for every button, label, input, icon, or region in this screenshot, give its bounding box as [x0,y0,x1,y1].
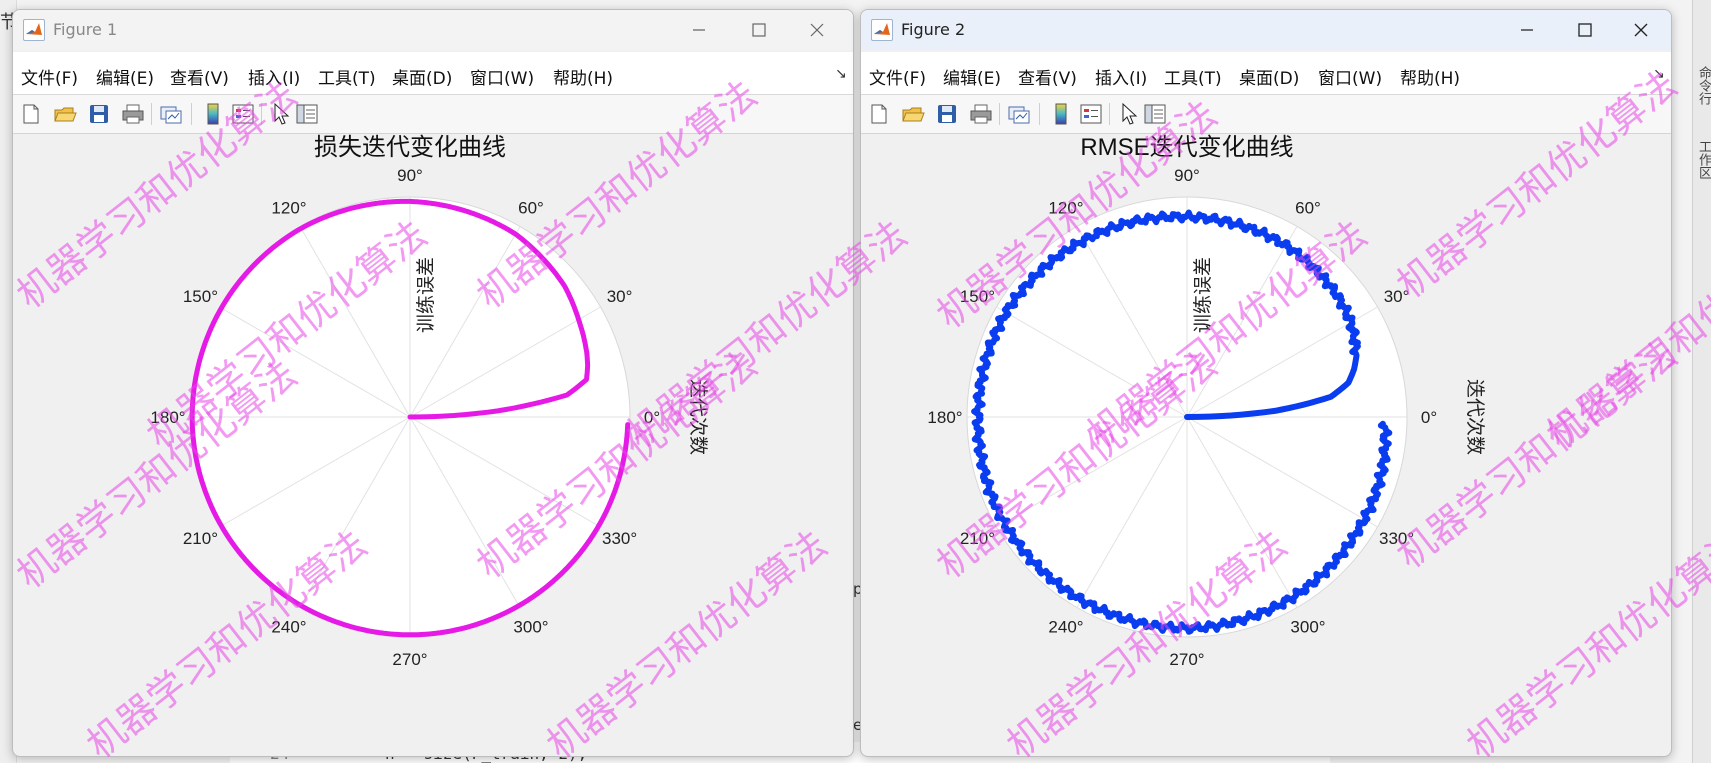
edit-plot-icon[interactable] [1117,102,1141,126]
menu-tools[interactable]: 工具(T) [318,64,376,89]
menu-edit[interactable]: 编辑(E) [96,64,154,89]
save-icon[interactable] [935,102,959,126]
angle-tick-label: 270° [1169,650,1204,669]
toolbar-separator [191,103,192,125]
angle-tick-label: 330° [602,529,637,548]
print-icon[interactable] [121,102,145,126]
insert-legend-icon[interactable] [1079,102,1103,126]
minimize-icon[interactable] [677,15,721,45]
title-bar[interactable]: Figure 2 [861,10,1671,50]
maximize-icon[interactable] [1563,15,1607,45]
edit-plot-icon[interactable] [269,102,293,126]
angle-tick-label: 270° [392,650,427,669]
angle-tick-label: 0° [644,408,660,427]
open-property-inspector-icon[interactable] [1143,102,1167,126]
figure-toolbar [13,95,853,134]
figure-window-2[interactable]: Figure 2 文件(F) 编辑(E) 查看(V) 插入(I) 工具(T) 桌… [860,9,1672,757]
angle-tick-label: 60° [518,198,544,217]
angle-tick-label: 0° [1421,408,1437,427]
dock-arrow-icon[interactable]: ↘ [835,66,847,82]
angle-tick-label: 150° [183,287,218,306]
open-file-icon[interactable] [53,102,77,126]
window-title: Figure 1 [53,20,118,39]
background-panel-tab[interactable]: 命令行 [1696,66,1711,105]
angle-tick-label: 180° [150,408,185,427]
open-file-icon[interactable] [901,102,925,126]
angle-tick-label: 210° [960,529,995,548]
figure-toolbar [861,95,1671,134]
angle-tick-label: 120° [1048,198,1083,217]
new-figure-icon[interactable] [867,102,891,126]
print-icon[interactable] [969,102,993,126]
background-panel-tab[interactable]: 工作区 [1696,140,1711,179]
menu-window[interactable]: 窗口(W) [470,64,534,89]
angle-tick-label: 210° [183,529,218,548]
minimize-icon[interactable] [1505,15,1549,45]
menu-view[interactable]: 查看(V) [170,64,229,89]
matlab-icon [871,19,893,41]
open-property-inspector-icon[interactable] [295,102,319,126]
insert-colorbar-icon[interactable] [201,102,225,126]
angle-tick-label: 330° [1379,529,1414,548]
insert-colorbar-icon[interactable] [1049,102,1073,126]
theta-axis-label: 迭代次数 [1464,379,1486,455]
menu-file[interactable]: 文件(F) [869,64,926,89]
menu-desktop[interactable]: 桌面(D) [392,64,452,89]
polar-plot-rmse[interactable]: RMSE迭代变化曲线 0° 30° 60° 90° 120° 150° 180° 210° 240… [861,134,1671,756]
menu-edit[interactable]: 编辑(E) [943,64,1001,89]
toolbar-separator [1039,103,1040,125]
angle-tick-label: 60° [1295,198,1321,217]
angle-tick-label: 150° [960,287,995,306]
angle-tick-label: 90° [1174,166,1200,185]
menu-desktop[interactable]: 桌面(D) [1239,64,1299,89]
angle-tick-label: 240° [271,618,306,637]
close-icon[interactable] [795,15,839,45]
angle-tick-label: 30° [1384,287,1410,306]
angle-tick-label: 120° [271,198,306,217]
toolbar-separator [261,103,262,125]
menu-bar: 文件(F) 编辑(E) 查看(V) 插入(I) 工具(T) 桌面(D) 窗口(W… [13,52,853,95]
save-icon[interactable] [87,102,111,126]
maximize-icon[interactable] [737,15,781,45]
chart-title: 损失迭代变化曲线 [314,134,506,161]
menu-bar: 文件(F) 编辑(E) 查看(V) 插入(I) 工具(T) 桌面(D) 窗口(W… [861,52,1671,95]
toolbar-separator [1109,103,1110,125]
toolbar-separator [999,103,1000,125]
angle-tick-label: 240° [1048,618,1083,637]
matlab-icon [23,19,45,41]
link-plot-icon[interactable] [159,102,183,126]
chart-title: RMSE迭代变化曲线 [1080,134,1293,161]
close-icon[interactable] [1619,15,1663,45]
angle-tick-label: 180° [927,408,962,427]
dock-arrow-icon[interactable]: ↘ [1653,66,1665,82]
angle-tick-label: 90° [397,166,423,185]
menu-help[interactable]: 帮助(H) [553,64,613,89]
polar-plot-loss[interactable]: 损失迭代变化曲线 0° 30° 60° 90° 120° 150° 180° 210° 240° 2… [13,134,853,756]
r-axis-label: 训练误差 [1192,257,1214,333]
theta-axis-label: 迭代次数 [687,379,709,455]
new-figure-icon[interactable] [19,102,43,126]
r-axis-label: 训练误差 [415,257,437,333]
menu-insert[interactable]: 插入(I) [248,64,300,89]
menu-file[interactable]: 文件(F) [21,64,78,89]
menu-tools[interactable]: 工具(T) [1164,64,1222,89]
toolbar-separator [151,103,152,125]
menu-insert[interactable]: 插入(I) [1095,64,1147,89]
menu-view[interactable]: 查看(V) [1018,64,1077,89]
figure-window-1[interactable]: Figure 1 文件(F) 编辑(E) 查看(V) 插入(I) 工具(T) 桌… [12,9,854,757]
angle-tick-label: 300° [513,618,548,637]
insert-legend-icon[interactable] [231,102,255,126]
menu-help[interactable]: 帮助(H) [1400,64,1460,89]
menu-window[interactable]: 窗口(W) [1318,64,1382,89]
title-bar[interactable]: Figure 1 [13,10,853,50]
window-title: Figure 2 [901,20,966,39]
link-plot-icon[interactable] [1007,102,1031,126]
angle-tick-label: 30° [607,287,633,306]
background-side-panel [1692,0,1711,763]
angle-tick-label: 300° [1290,618,1325,637]
